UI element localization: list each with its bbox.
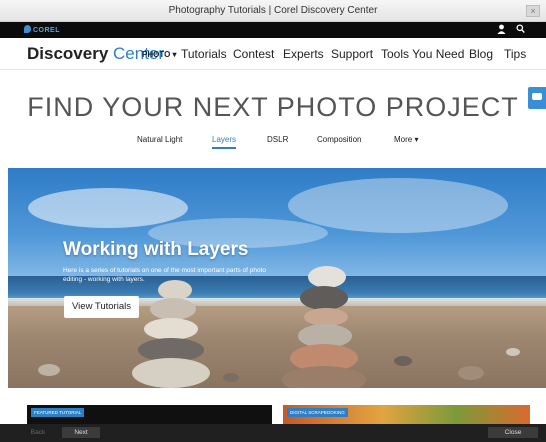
active-tab-indicator [212,147,236,149]
stone [394,356,412,366]
hero-cloud [28,188,188,228]
nav-contest[interactable]: Contest [233,47,274,61]
nav-tools-you-need[interactable]: Tools You Need [381,47,464,61]
window-titlebar: Photography Tutorials | Corel Discovery … [0,0,546,22]
stone [144,318,198,340]
nav-support[interactable]: Support [331,47,373,61]
stone [506,348,520,356]
corel-balloon-icon [24,25,31,33]
window-title: Photography Tutorials | Corel Discovery … [168,5,378,16]
nav-experts[interactable]: Experts [283,47,324,61]
digital-scrapbooking-card[interactable]: DIGITAL SCRAPBOOKING [283,405,530,425]
tab-dslr[interactable]: DSLR [267,135,288,144]
tab-natural-light[interactable]: Natural Light [137,135,182,144]
tab-layers[interactable]: Layers [212,135,236,144]
bottom-navigation-bar: Back Next Close [0,424,546,442]
search-icon[interactable] [516,24,525,36]
tab-composition[interactable]: Composition [317,135,361,144]
main-nav: Discovery Center PHOTO ▾ Tutorials Conte… [0,38,546,70]
stone [300,286,348,310]
stone [132,358,210,388]
stone [150,298,196,320]
hero-heading: Working with Layers [63,239,249,260]
featured-tutorial-card[interactable]: FEATURED TUTORIAL [27,405,272,425]
nav-tips[interactable]: Tips [504,47,526,61]
nav-tutorials[interactable]: Tutorials [181,47,227,61]
user-icon[interactable] [497,24,506,36]
brand-bold: Discovery [27,44,109,63]
hero-banner: Working with Layers Here is a series of … [8,168,546,388]
window-close-button[interactable]: × [526,5,540,17]
stone [308,266,346,288]
tab-more[interactable]: More ▾ [394,135,418,144]
close-button[interactable]: Close [488,427,538,438]
hero-cloud [288,178,508,233]
stone [38,364,60,376]
hero-subtitle: Here is a series of tutorials on one of … [63,267,267,283]
page-title: FIND YOUR NEXT PHOTO PROJECT [27,92,519,122]
chat-feedback-button[interactable] [528,87,546,109]
nav-blog[interactable]: Blog [469,47,493,61]
stone [458,366,484,380]
corel-logo-text: COREL [33,27,60,34]
stone [223,373,239,382]
corel-bar: COREL [0,22,546,38]
next-button[interactable]: Next [62,427,100,438]
corel-logo[interactable]: COREL [24,25,60,34]
back-button[interactable]: Back [22,427,54,438]
photo-menu[interactable]: PHOTO ▾ [142,50,177,59]
card-label: DIGITAL SCRAPBOOKING [287,408,348,417]
card-label: FEATURED TUTORIAL [31,408,85,417]
stone [282,366,366,388]
view-tutorials-button[interactable]: View Tutorials [64,296,139,318]
